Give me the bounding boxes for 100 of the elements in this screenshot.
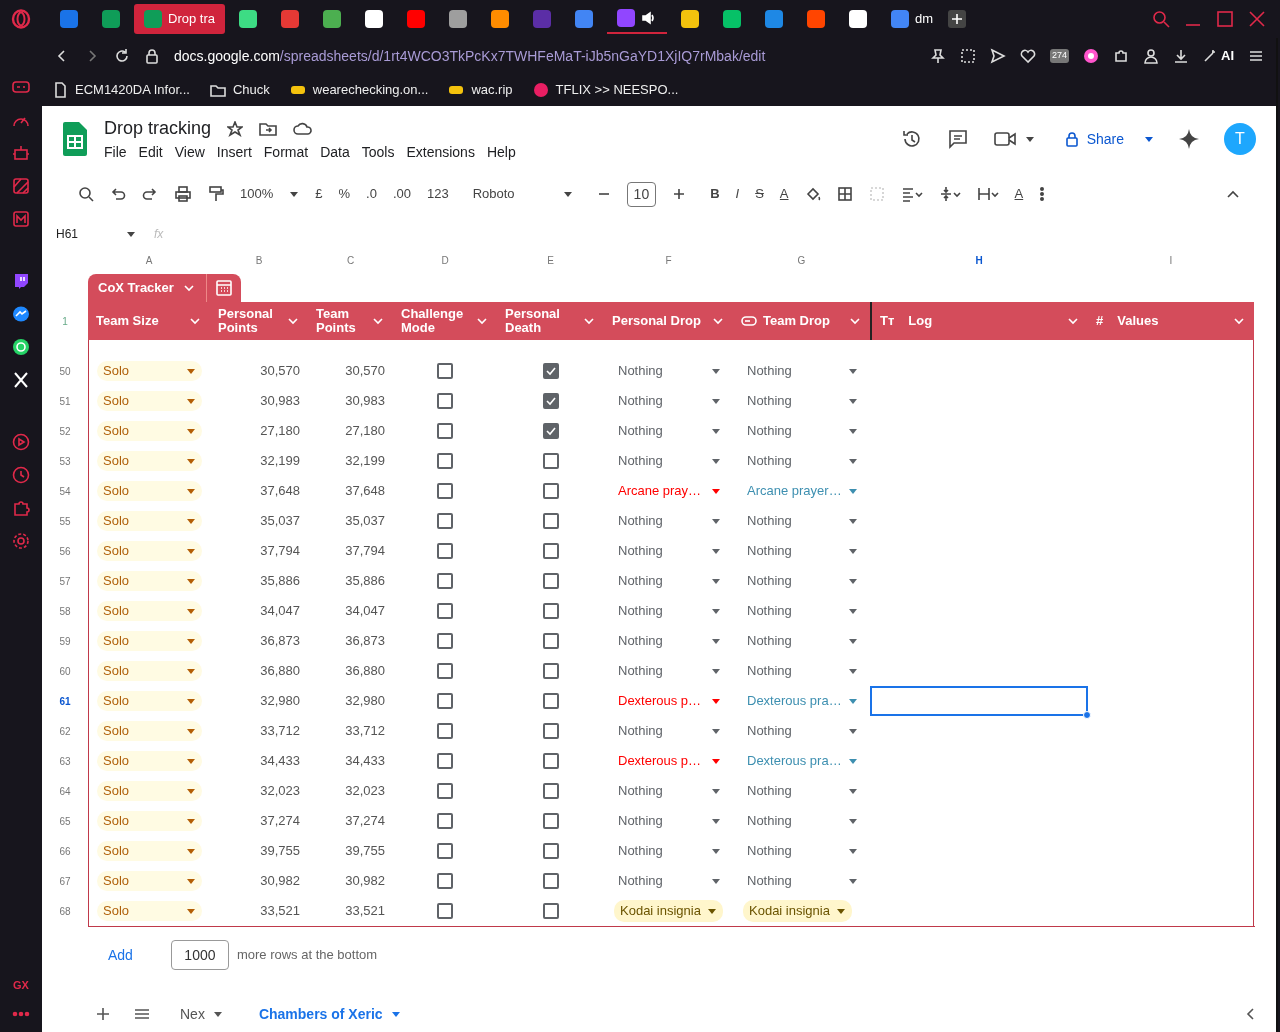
search-icon[interactable] bbox=[1152, 10, 1170, 28]
row-number[interactable]: 59 bbox=[42, 626, 88, 656]
checkbox[interactable] bbox=[542, 843, 559, 859]
row-number[interactable]: 61 bbox=[42, 686, 88, 716]
row-number[interactable]: 53 bbox=[42, 446, 88, 476]
menu-item[interactable]: Help bbox=[480, 142, 522, 163]
dropdown-chip[interactable]: Solo bbox=[97, 571, 202, 591]
dropdown-cell[interactable]: Nothing bbox=[733, 421, 870, 441]
dropdown-cell[interactable]: Nothing bbox=[733, 361, 870, 381]
checkbox[interactable] bbox=[437, 753, 453, 769]
search-icon[interactable] bbox=[78, 186, 94, 202]
dropdown-chip[interactable]: Solo bbox=[97, 391, 202, 411]
history-icon[interactable] bbox=[900, 128, 923, 150]
dropdown-chip[interactable]: Solo bbox=[97, 361, 202, 381]
dropdown-cell[interactable]: Nothing bbox=[604, 601, 733, 621]
play-circle-icon[interactable] bbox=[11, 433, 31, 451]
document-title[interactable]: Drop tracking bbox=[104, 115, 212, 142]
row-number[interactable]: 62 bbox=[42, 716, 88, 746]
checkbox[interactable] bbox=[542, 543, 559, 559]
dropdown-chip[interactable]: Solo bbox=[97, 631, 202, 651]
column-header[interactable]: Tт Log bbox=[870, 302, 1088, 340]
checkbox[interactable] bbox=[437, 693, 453, 709]
star-icon[interactable] bbox=[227, 120, 244, 137]
close-icon[interactable] bbox=[1248, 10, 1266, 28]
bookmark[interactable]: Chuck bbox=[209, 80, 270, 100]
dropdown-chip[interactable]: Solo bbox=[97, 421, 202, 441]
checkbox[interactable] bbox=[437, 603, 453, 619]
dropdown-cell[interactable]: Nothing bbox=[604, 841, 733, 861]
settings-icon[interactable] bbox=[11, 532, 31, 550]
row-number[interactable]: 52 bbox=[42, 416, 88, 446]
checkbox[interactable] bbox=[542, 663, 559, 679]
column-header[interactable]: Challenge Mode bbox=[393, 302, 497, 340]
column-letter[interactable]: H bbox=[870, 252, 1088, 268]
plus-icon[interactable] bbox=[672, 187, 687, 201]
browser-tab[interactable]: dm bbox=[880, 4, 944, 34]
dropdown-cell[interactable]: Nothing bbox=[733, 571, 870, 591]
all-sheets-icon[interactable] bbox=[134, 1007, 150, 1021]
row-number[interactable]: 60 bbox=[42, 656, 88, 686]
checkbox[interactable] bbox=[437, 813, 453, 829]
column-letter[interactable]: G bbox=[733, 252, 870, 268]
currency-button[interactable]: £ bbox=[315, 184, 323, 204]
dropdown-chip[interactable]: Solo bbox=[97, 901, 202, 921]
checkbox[interactable] bbox=[437, 513, 453, 529]
dropdown-cell[interactable]: Arcane pray… bbox=[604, 481, 733, 501]
dropdown-cell[interactable]: Nothing bbox=[733, 781, 870, 801]
reload-icon[interactable] bbox=[114, 48, 130, 64]
dropdown-cell[interactable]: Nothing bbox=[604, 811, 733, 831]
caret-icon[interactable] bbox=[1024, 134, 1035, 144]
x-logo-icon[interactable] bbox=[11, 371, 31, 389]
extensions-icon[interactable] bbox=[1113, 48, 1129, 64]
redo-icon[interactable] bbox=[142, 186, 158, 202]
menu-icon[interactable] bbox=[1248, 48, 1264, 64]
calculator-icon[interactable] bbox=[214, 279, 233, 297]
checkbox[interactable] bbox=[437, 633, 453, 649]
dropdown-chip[interactable]: Solo bbox=[97, 511, 202, 531]
dropdown-cell[interactable]: Nothing bbox=[604, 721, 733, 741]
letter-m-icon[interactable] bbox=[11, 210, 31, 228]
table-name-tab[interactable]: CoX Tracker bbox=[88, 274, 206, 302]
dropdown-chip[interactable]: Solo bbox=[97, 601, 202, 621]
dropdown-chip[interactable]: Solo bbox=[97, 721, 202, 741]
vertical-align-icon[interactable] bbox=[938, 186, 961, 202]
column-letter[interactable]: E bbox=[497, 252, 604, 268]
dropdown-chip[interactable]: Solo bbox=[97, 661, 202, 681]
column-header[interactable]: Team Points bbox=[308, 302, 393, 340]
dropdown-cell[interactable]: Dexterous pra… bbox=[733, 691, 870, 711]
checkbox[interactable] bbox=[437, 363, 453, 379]
video-camera-icon[interactable] bbox=[992, 130, 1017, 148]
crop-icon[interactable] bbox=[959, 48, 976, 64]
sparkle-wand-icon[interactable] bbox=[1203, 49, 1217, 63]
checkbox[interactable] bbox=[542, 513, 559, 529]
checkbox[interactable] bbox=[542, 693, 559, 709]
checkbox[interactable] bbox=[542, 393, 559, 409]
dropdown-chip[interactable]: Solo bbox=[97, 811, 202, 831]
menu-item[interactable]: Extensions bbox=[400, 142, 481, 163]
puzzle-icon[interactable] bbox=[11, 499, 31, 517]
increase-decimal-button[interactable]: .00 bbox=[392, 184, 411, 204]
share-button[interactable]: Share bbox=[1058, 127, 1130, 151]
menu-item[interactable]: Data bbox=[314, 142, 356, 163]
column-letter[interactable]: F bbox=[604, 252, 733, 268]
bold-button[interactable]: B bbox=[710, 184, 720, 204]
fill-handle[interactable] bbox=[1083, 711, 1091, 719]
add-rows-button[interactable]: Add bbox=[102, 943, 139, 967]
checkbox[interactable] bbox=[542, 453, 559, 469]
robot-icon[interactable] bbox=[11, 144, 31, 162]
dropdown-cell[interactable]: Nothing bbox=[604, 511, 733, 531]
column-letter[interactable]: A bbox=[88, 252, 210, 268]
selected-cell[interactable] bbox=[870, 686, 1088, 716]
percent-button[interactable]: % bbox=[338, 184, 351, 204]
dropdown-cell[interactable]: Nothing bbox=[733, 841, 870, 861]
dropdown-cell[interactable]: Nothing bbox=[604, 631, 733, 651]
dropdown-cell[interactable]: Kodai insignia bbox=[614, 900, 723, 922]
dropdown-cell[interactable]: Nothing bbox=[604, 391, 733, 411]
row-number[interactable]: 68 bbox=[42, 896, 88, 926]
checkbox[interactable] bbox=[437, 663, 453, 679]
column-header[interactable]: Personal Points bbox=[210, 302, 308, 340]
text-color-button[interactable]: A bbox=[779, 184, 789, 204]
row-number[interactable]: 65 bbox=[42, 806, 88, 836]
checkbox[interactable] bbox=[542, 423, 559, 439]
checkbox[interactable] bbox=[542, 363, 559, 379]
dropdown-cell[interactable]: Kodai insignia bbox=[743, 900, 852, 922]
